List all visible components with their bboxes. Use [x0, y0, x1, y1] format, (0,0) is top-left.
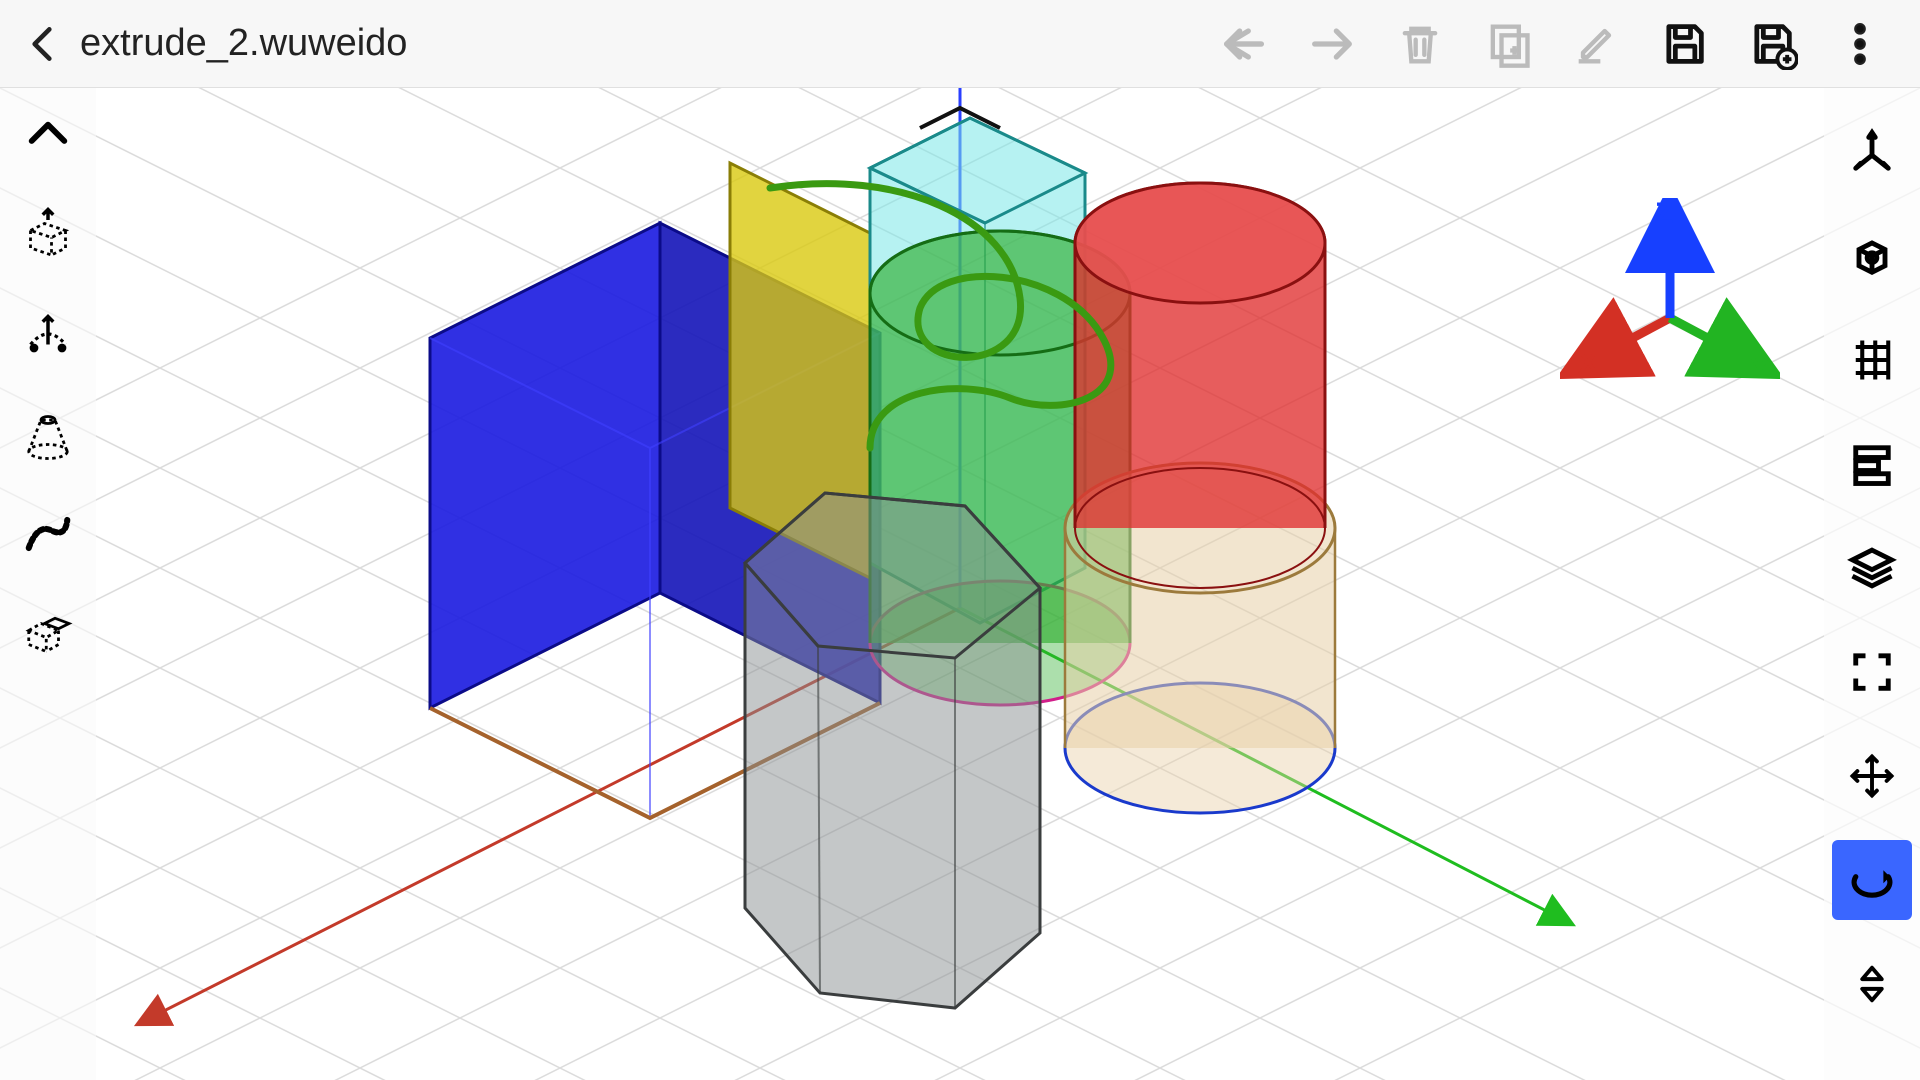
top-toolbar-left: extrude_2.wuweido [0, 14, 407, 74]
sweep-tool-button[interactable] [12, 498, 84, 570]
boolean-tool-button[interactable] [12, 598, 84, 670]
top-toolbar-right [1204, 4, 1920, 84]
arrow-left-icon [1218, 18, 1270, 70]
gizmo-x-label: X [1578, 347, 1598, 380]
top-toolbar: extrude_2.wuweido [0, 0, 1920, 88]
fullscreen-button[interactable] [1832, 632, 1912, 712]
3d-viewport[interactable]: X Y Z [0, 88, 1920, 1080]
paste-button[interactable] [1468, 4, 1548, 84]
trash-icon [1394, 18, 1446, 70]
undo-button[interactable] [1204, 4, 1284, 84]
right-tool-panel [1824, 88, 1920, 1080]
axes-icon [1846, 126, 1898, 178]
layers-icon [1846, 542, 1898, 594]
extrude-tool-button[interactable] [12, 198, 84, 270]
axes-view-button[interactable] [1832, 112, 1912, 192]
pan-button[interactable] [1832, 736, 1912, 816]
align-button[interactable] [1832, 424, 1912, 504]
pan-icon [1846, 750, 1898, 802]
collapse-panel-button[interactable] [12, 98, 84, 170]
grid-toggle-button[interactable] [1832, 320, 1912, 400]
more-button[interactable] [1820, 4, 1900, 84]
grid-icon [1846, 334, 1898, 386]
gizmo-y-label: Y [1750, 352, 1770, 385]
chevron-up-icon [20, 106, 76, 162]
save-as-button[interactable] [1732, 4, 1812, 84]
viewcube-button[interactable] [1832, 216, 1912, 296]
save-icon [1658, 18, 1710, 70]
edit-button[interactable] [1556, 4, 1636, 84]
extrude-icon [20, 206, 76, 262]
revolve-tool-button[interactable] [12, 298, 84, 370]
revolve-icon [20, 306, 76, 362]
chevron-left-icon [20, 22, 64, 66]
app-root: extrude_2.wuweido [0, 0, 1920, 1080]
updown-button[interactable] [1832, 944, 1912, 1024]
redo-button[interactable] [1292, 4, 1372, 84]
orbit-button[interactable] [1832, 840, 1912, 920]
gizmo-icon: X Y Z [1560, 198, 1780, 398]
sweep-icon [20, 506, 76, 562]
arrow-right-icon [1306, 18, 1358, 70]
left-tool-panel [0, 88, 96, 1080]
layers-button[interactable] [1832, 528, 1912, 608]
delete-button[interactable] [1380, 4, 1460, 84]
more-vert-icon [1834, 18, 1886, 70]
viewcube-icon [1846, 230, 1898, 282]
navigation-gizmo[interactable]: X Y Z [1560, 198, 1780, 398]
gizmo-z-label: Z [1655, 198, 1673, 230]
paste-icon [1482, 18, 1534, 70]
loft-icon [20, 406, 76, 462]
loft-tool-button[interactable] [12, 398, 84, 470]
gray-hex-prism [745, 493, 1040, 1008]
save-as-icon [1746, 18, 1798, 70]
fullscreen-icon [1846, 646, 1898, 698]
edit-icon [1570, 18, 1622, 70]
red-cylinder [1075, 183, 1325, 588]
back-button[interactable] [12, 14, 72, 74]
save-button[interactable] [1644, 4, 1724, 84]
align-icon [1846, 438, 1898, 490]
orbit-icon [1846, 854, 1898, 906]
updown-icon [1846, 958, 1898, 1010]
document-filename: extrude_2.wuweido [80, 22, 407, 65]
boolean-icon [20, 606, 76, 662]
